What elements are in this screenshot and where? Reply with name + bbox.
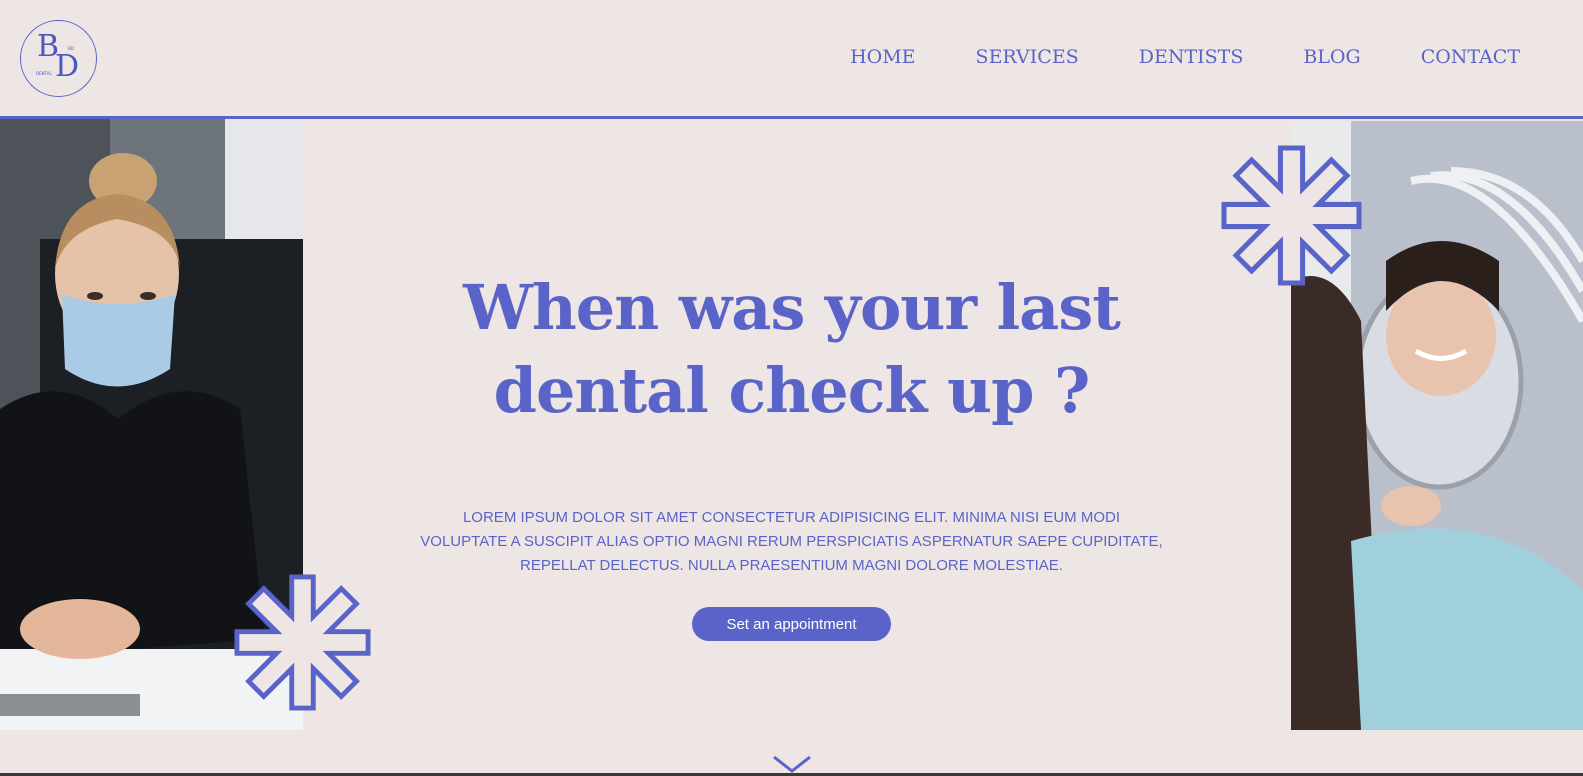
logo-letter-d: D xyxy=(55,49,80,84)
nav-blog[interactable]: BLOG xyxy=(1303,46,1360,68)
asterisk-star-icon xyxy=(234,574,371,711)
hero-body-line3: REPELLAT DELECTUS. NULLA PRAESENTIUM MAG… xyxy=(520,557,1063,574)
hero-body-line2: VOLUPTATE A SUSCIPIT ALIAS OPTIO MAGNI R… xyxy=(420,533,1163,550)
set-appointment-button[interactable]: Set an appointment xyxy=(692,607,891,641)
hero-title-line2: dental check up ? xyxy=(493,354,1091,427)
nav-contact[interactable]: CONTACT xyxy=(1421,46,1520,68)
hero-title: When was your last dental check up ? xyxy=(440,266,1143,432)
hero-title-line1: When was your last xyxy=(463,271,1121,344)
nav-dentists[interactable]: DENTISTS xyxy=(1139,46,1244,68)
nav-services[interactable]: SERVICES xyxy=(976,46,1079,68)
brand-logo[interactable]: B BD D DENTAL xyxy=(20,20,97,97)
site-header: B BD D DENTAL HOME SERVICES DENTISTS BLO… xyxy=(0,0,1583,117)
logo-small-bottom: DENTAL xyxy=(36,71,52,76)
main-nav: HOME SERVICES DENTISTS BLOG CONTACT xyxy=(850,46,1520,68)
asterisk-star-icon xyxy=(1221,145,1362,286)
hero-description: LOREM IPSUM DOLOR SIT AMET CONSECTETUR A… xyxy=(420,506,1163,578)
chevron-down-icon[interactable] xyxy=(772,754,812,774)
nav-home[interactable]: HOME xyxy=(850,46,915,68)
hero-body-line1: LOREM IPSUM DOLOR SIT AMET CONSECTETUR A… xyxy=(462,509,1121,526)
